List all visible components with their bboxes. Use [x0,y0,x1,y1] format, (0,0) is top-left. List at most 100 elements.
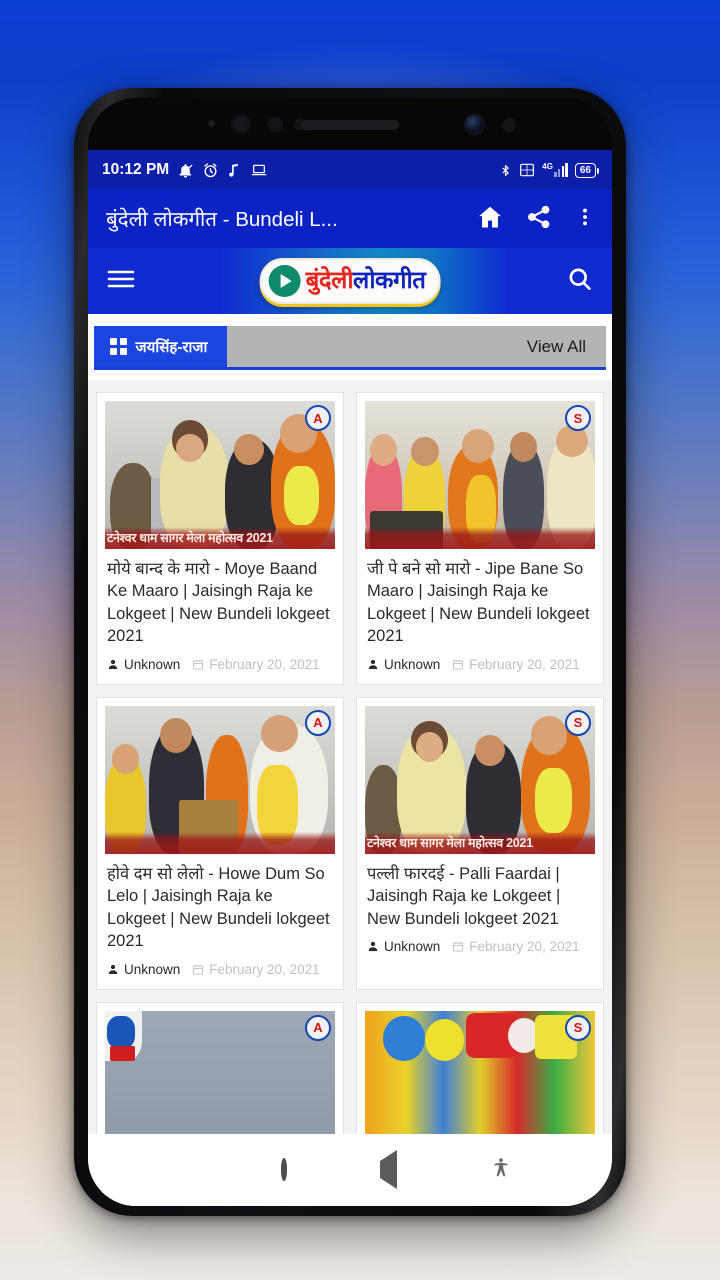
card-title[interactable]: मोये बान्द के मारो - Moye Baand Ke Maaro… [107,558,333,648]
app-bar-title: बुंदेली लोकगीत - Bundeli L... [106,208,338,231]
logo-text-primary: बुंदेली [305,267,354,294]
user-icon [368,941,378,952]
thumbnail-caption: टनेश्वर धाम सागर मेला महोत्सव 2021 [105,527,335,549]
category-bar-filler: View All [227,326,606,367]
user-icon [108,659,118,669]
laptop-icon [250,162,268,178]
sensor-led-icon [208,120,215,127]
calendar-icon [193,964,204,974]
list-item[interactable]: A होवे दम सो लेलो - Howe Dum So Lelo | J… [96,696,344,990]
card-author: Unknown [107,657,180,672]
card-title[interactable]: पल्ली फारदई - Palli Faardai | Jaisingh R… [367,863,593,930]
dual-sim-icon [519,162,535,178]
card-thumbnail[interactable]: S टनेश्वर धाम सागर मेला महोत्सव 2021 [365,705,595,854]
card-title[interactable]: होवे दम सो लेलो - Howe Dum So Lelo | Jai… [107,863,333,953]
photo-shape [424,1019,464,1061]
photo-shape [509,432,538,462]
photo-shape [530,716,568,755]
channel-badge: S [565,1014,591,1041]
channel-badge: A [305,1014,331,1041]
channel-badge: A [305,709,331,736]
status-bar: 10:12 PM 4G 66 [88,150,612,190]
card-meta: Unknown February 20, 2021 [107,962,333,977]
site-logo[interactable]: बुंदेलीलोकगीत [259,258,441,304]
card-thumbnail[interactable]: A टनेश्वर धाम सागर मेला महोत्सव 2021 [105,401,335,549]
hamburger-menu-icon[interactable] [106,268,136,295]
card-author-label: Unknown [124,961,181,977]
card-date: February 20, 2021 [452,939,580,955]
home-button[interactable] [281,1158,288,1181]
status-bar-left: 10:12 PM [102,161,268,179]
phone-device-frame: 10:12 PM 4G 66 बुंदेली लोकगीत - Bundeli … [74,88,626,1216]
card-date: February 20, 2021 [452,656,580,672]
card-meta: Unknown February 20, 2021 [107,657,333,672]
view-all-link[interactable]: View All [527,337,586,357]
secondary-sensor-icon [502,118,516,132]
page-content: जयसिंह-राजा View All A टनेश्वर धाम सागर … [88,314,612,1206]
photo-shape [383,1016,425,1061]
logo-text-secondary: लोकगीत [353,267,426,294]
photo-shape [461,429,494,464]
accessibility-button[interactable] [490,1156,512,1185]
card-date-label: February 20, 2021 [209,961,320,977]
card-author-label: Unknown [384,939,441,955]
music-note-icon [227,162,242,179]
list-item[interactable]: S जी पे बने सो मारो - Jipe Bane So Maaro… [356,392,604,685]
card-grid: A टनेश्वर धाम सागर मेला महोत्सव 2021 मोय… [88,380,612,1171]
card-thumbnail[interactable]: A [105,705,335,854]
photo-shape [233,433,264,465]
card-date-label: February 20, 2021 [469,656,580,672]
photo-shape [411,436,439,467]
app-bar: बुंदेली लोकगीत - Bundeli L... [88,190,612,248]
card-meta: Unknown February 20, 2021 [367,657,593,672]
thumbnail-caption: टनेश्वर धाम सागर मेला महोत्सव 2021 [365,831,595,854]
home-icon[interactable] [476,203,504,236]
search-icon[interactable] [566,265,594,298]
status-bar-right: 4G 66 [499,162,600,179]
thumbnail-caption [365,527,595,549]
photo-shape [109,1046,135,1061]
card-meta: Unknown February 20, 2021 [367,939,593,954]
proximity-sensor-icon [268,117,283,132]
card-date: February 20, 2021 [192,656,320,672]
grid-icon [110,338,127,355]
card-date-label: February 20, 2021 [209,656,320,672]
earpiece-speaker [301,120,399,130]
channel-badge: A [305,405,331,431]
category-tab-jaisingh-raja[interactable]: जयसिंह-राजा [94,326,228,367]
site-header-bar: बुंदेलीलोकगीत [88,248,612,314]
photo-shape [107,1016,135,1049]
calendar-icon [453,942,464,952]
thumbnail-caption [105,831,335,854]
user-icon [368,659,378,669]
card-thumbnail[interactable]: S [365,401,595,549]
card-title[interactable]: जी पे बने सो मारो - Jipe Bane So Maaro |… [367,558,593,648]
card-author-label: Unknown [124,656,181,672]
card-author: Unknown [367,657,440,672]
user-icon [108,964,118,974]
overflow-menu-icon[interactable] [574,204,596,235]
battery-level-label: 66 [579,164,591,176]
photo-shape [415,732,444,762]
card-author: Unknown [107,962,180,977]
network-4g-icon: 4G [542,163,568,177]
list-item[interactable]: A टनेश्वर धाम सागर मेला महोत्सव 2021 मोय… [96,392,344,685]
front-camera-icon [465,115,484,134]
iris-scanner-icon [230,113,252,135]
bluetooth-icon [499,162,512,179]
signal-bars-icon [553,163,568,177]
photo-shape [261,714,299,752]
share-icon[interactable] [526,204,552,235]
card-date: February 20, 2021 [192,961,320,977]
logo-text: बुंदेलीलोकगीत [306,269,426,293]
list-item[interactable]: S टनेश्वर धाम सागर मेला महोत्सव 2021 पल्… [356,696,604,990]
card-date-label: February 20, 2021 [469,939,580,955]
android-navigation-bar [88,1134,612,1206]
phone-top-bezel [88,98,612,150]
photo-shape [111,744,140,774]
back-button[interactable] [379,1150,397,1189]
card-author-label: Unknown [384,656,441,672]
card-author: Unknown [367,939,440,954]
phone-screen-area: 10:12 PM 4G 66 बुंदेली लोकगीत - Bundeli … [88,98,612,1206]
category-strip: जयसिंह-राजा View All [88,314,612,380]
